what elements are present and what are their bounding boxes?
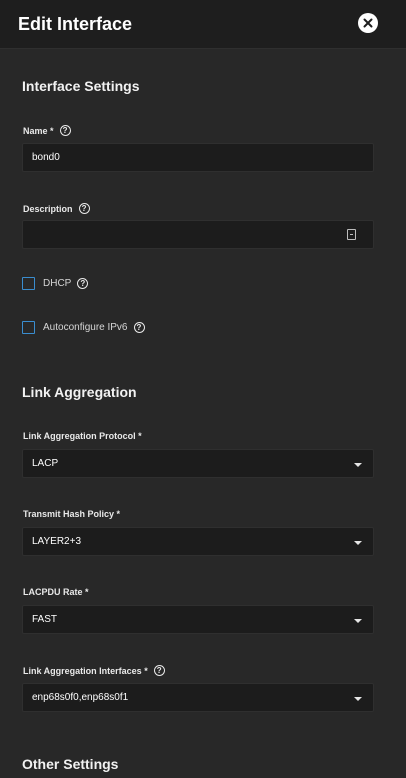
name-field[interactable]: bond0: [22, 143, 374, 172]
help-icon[interactable]: ?: [59, 125, 71, 136]
hash-policy-label-row: Transmit Hash Policy *: [23, 509, 120, 519]
dhcp-row[interactable]: DHCP ?: [22, 277, 89, 290]
hash-policy-select[interactable]: LAYER2+3: [22, 527, 374, 556]
section-title-link-aggregation: Link Aggregation: [22, 384, 137, 400]
lacpdu-rate-select[interactable]: FAST: [22, 605, 374, 634]
protocol-label: Link Aggregation Protocol *: [23, 431, 142, 441]
name-value: bond0: [32, 152, 60, 163]
form-panel: Interface Settings Name * ? bond0 Descri…: [0, 49, 406, 778]
description-label-row: Description ?: [23, 203, 90, 214]
name-label-row: Name * ?: [23, 125, 71, 136]
description-label: Description: [23, 203, 73, 214]
lacpdu-rate-value: FAST: [32, 614, 58, 625]
autoconfigure-ipv6-row[interactable]: Autoconfigure IPv6 ?: [22, 321, 145, 334]
section-title-other-settings: Other Settings: [22, 756, 119, 772]
dhcp-checkbox[interactable]: [22, 277, 35, 290]
hash-policy-value: LAYER2+3: [32, 536, 82, 547]
help-icon[interactable]: ?: [153, 665, 165, 676]
interfaces-value: enp68s0f0,enp68s0f1: [32, 692, 129, 703]
autoconfigure-ipv6-label: Autoconfigure IPv6: [43, 322, 128, 333]
help-icon[interactable]: ?: [133, 322, 145, 333]
hash-policy-label: Transmit Hash Policy *: [23, 509, 121, 519]
dialog-header: Edit Interface: [0, 0, 406, 48]
chevron-down-icon: [354, 541, 362, 545]
description-field[interactable]: [22, 220, 374, 249]
interfaces-label-row: Link Aggregation Interfaces * ?: [23, 665, 165, 676]
lacpdu-rate-label-row: LACPDU Rate *: [23, 587, 89, 597]
name-label: Name *: [23, 125, 54, 136]
chevron-down-icon: [354, 697, 362, 701]
protocol-select[interactable]: LACP: [22, 449, 374, 478]
dhcp-label: DHCP: [43, 278, 72, 289]
lacpdu-rate-label: LACPDU Rate *: [23, 587, 89, 597]
dialog-title: Edit Interface: [18, 13, 133, 34]
chevron-down-icon: [354, 619, 362, 623]
close-icon[interactable]: [363, 18, 373, 28]
interfaces-select[interactable]: enp68s0f0,enp68s0f1: [22, 683, 374, 712]
protocol-label-row: Link Aggregation Protocol *: [23, 431, 142, 441]
section-title-interface-settings: Interface Settings: [22, 78, 140, 94]
interfaces-label: Link Aggregation Interfaces *: [23, 665, 148, 676]
document-icon: [347, 229, 356, 240]
help-icon[interactable]: ?: [77, 278, 89, 289]
chevron-down-icon: [354, 463, 362, 467]
help-icon[interactable]: ?: [78, 203, 90, 214]
protocol-value: LACP: [32, 458, 59, 469]
autoconfigure-ipv6-checkbox[interactable]: [22, 321, 35, 334]
close-button[interactable]: [358, 13, 378, 33]
